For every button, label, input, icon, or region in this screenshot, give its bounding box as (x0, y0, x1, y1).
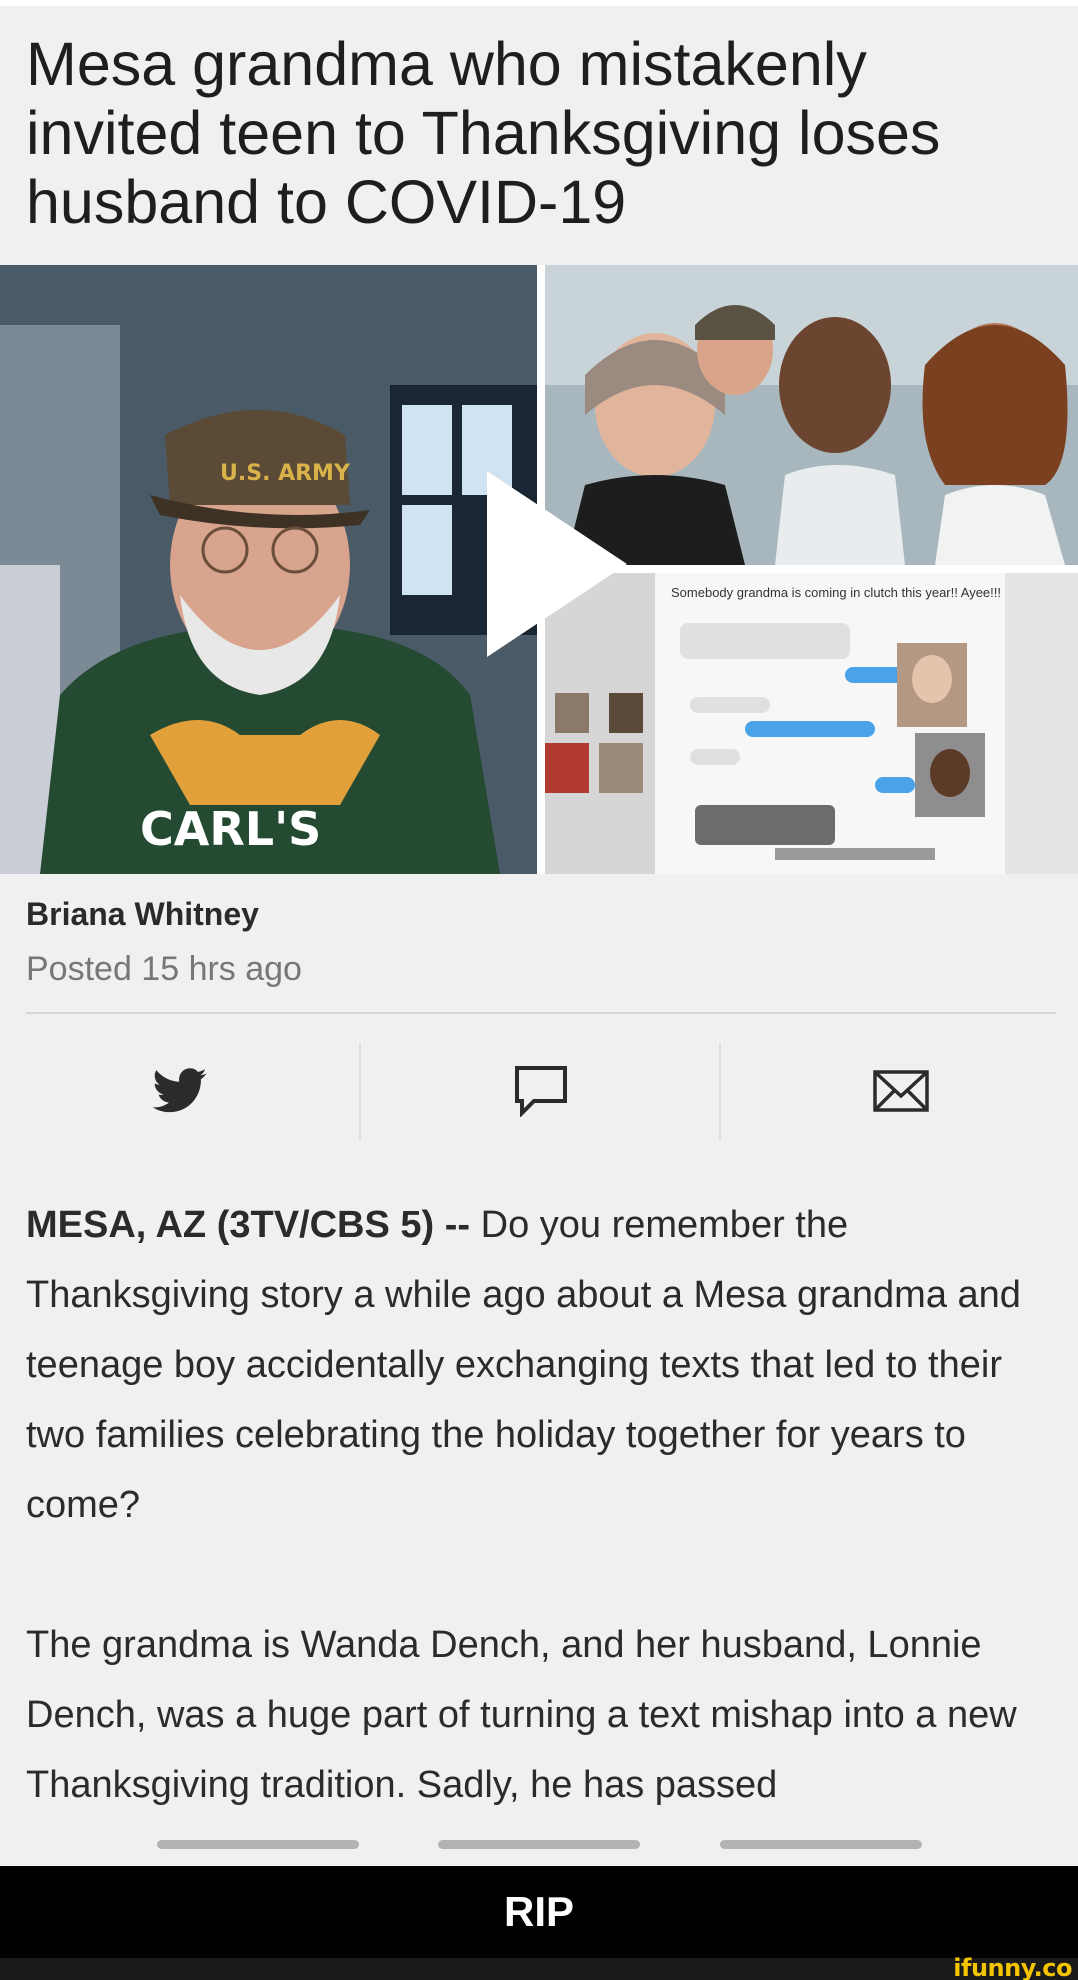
play-icon[interactable] (487, 471, 627, 657)
footer-bar (0, 1958, 1078, 1980)
article-body: MESA, AZ (3TV/CBS 5) -- Do you remember … (26, 1190, 1066, 1890)
posted-time: Posted 15 hrs ago (26, 950, 302, 988)
meme-caption-bar: RIP (0, 1866, 1078, 1958)
meme-caption: RIP (503, 1888, 574, 1935)
share-bar (0, 1043, 1078, 1139)
mail-icon (872, 1070, 929, 1112)
ifunny-watermark: ifunny.co (953, 1954, 1072, 1980)
page-indicators (0, 1840, 1078, 1850)
article-headline: Mesa grandma who mistakenly invited teen… (26, 30, 941, 236)
page-indicator[interactable] (720, 1840, 922, 1849)
photo-man-in-cap: U.S. ARMY CARL'S (0, 265, 537, 874)
share-twitter-button[interactable] (0, 1043, 359, 1139)
share-comment-button[interactable] (361, 1043, 720, 1139)
page-indicator[interactable] (438, 1840, 640, 1849)
author-name[interactable]: Briana Whitney (26, 896, 259, 933)
divider (26, 1012, 1056, 1014)
article-paragraph: The grandma is Wanda Dench, and her husb… (26, 1624, 1017, 1806)
article-media[interactable]: U.S. ARMY CARL'S Somebody grandma is com… (0, 265, 1078, 874)
article-paragraph-text: Do you remember the Thanksgiving story a… (26, 1204, 1021, 1526)
cap-text: U.S. ARMY (220, 461, 351, 486)
shirt-text: CARL'S (140, 802, 321, 856)
article-dateline: MESA, AZ (3TV/CBS 5) -- (26, 1204, 471, 1246)
comment-icon (514, 1066, 567, 1117)
tweet-text: Somebody grandma is coming in clutch thi… (671, 585, 1001, 600)
twitter-icon (151, 1068, 207, 1113)
article-paragraph: MESA, AZ (3TV/CBS 5) -- Do you remember … (26, 1190, 1066, 1540)
page-indicator[interactable] (157, 1840, 359, 1849)
top-strip (0, 0, 1078, 6)
share-mail-button[interactable] (721, 1043, 1078, 1139)
